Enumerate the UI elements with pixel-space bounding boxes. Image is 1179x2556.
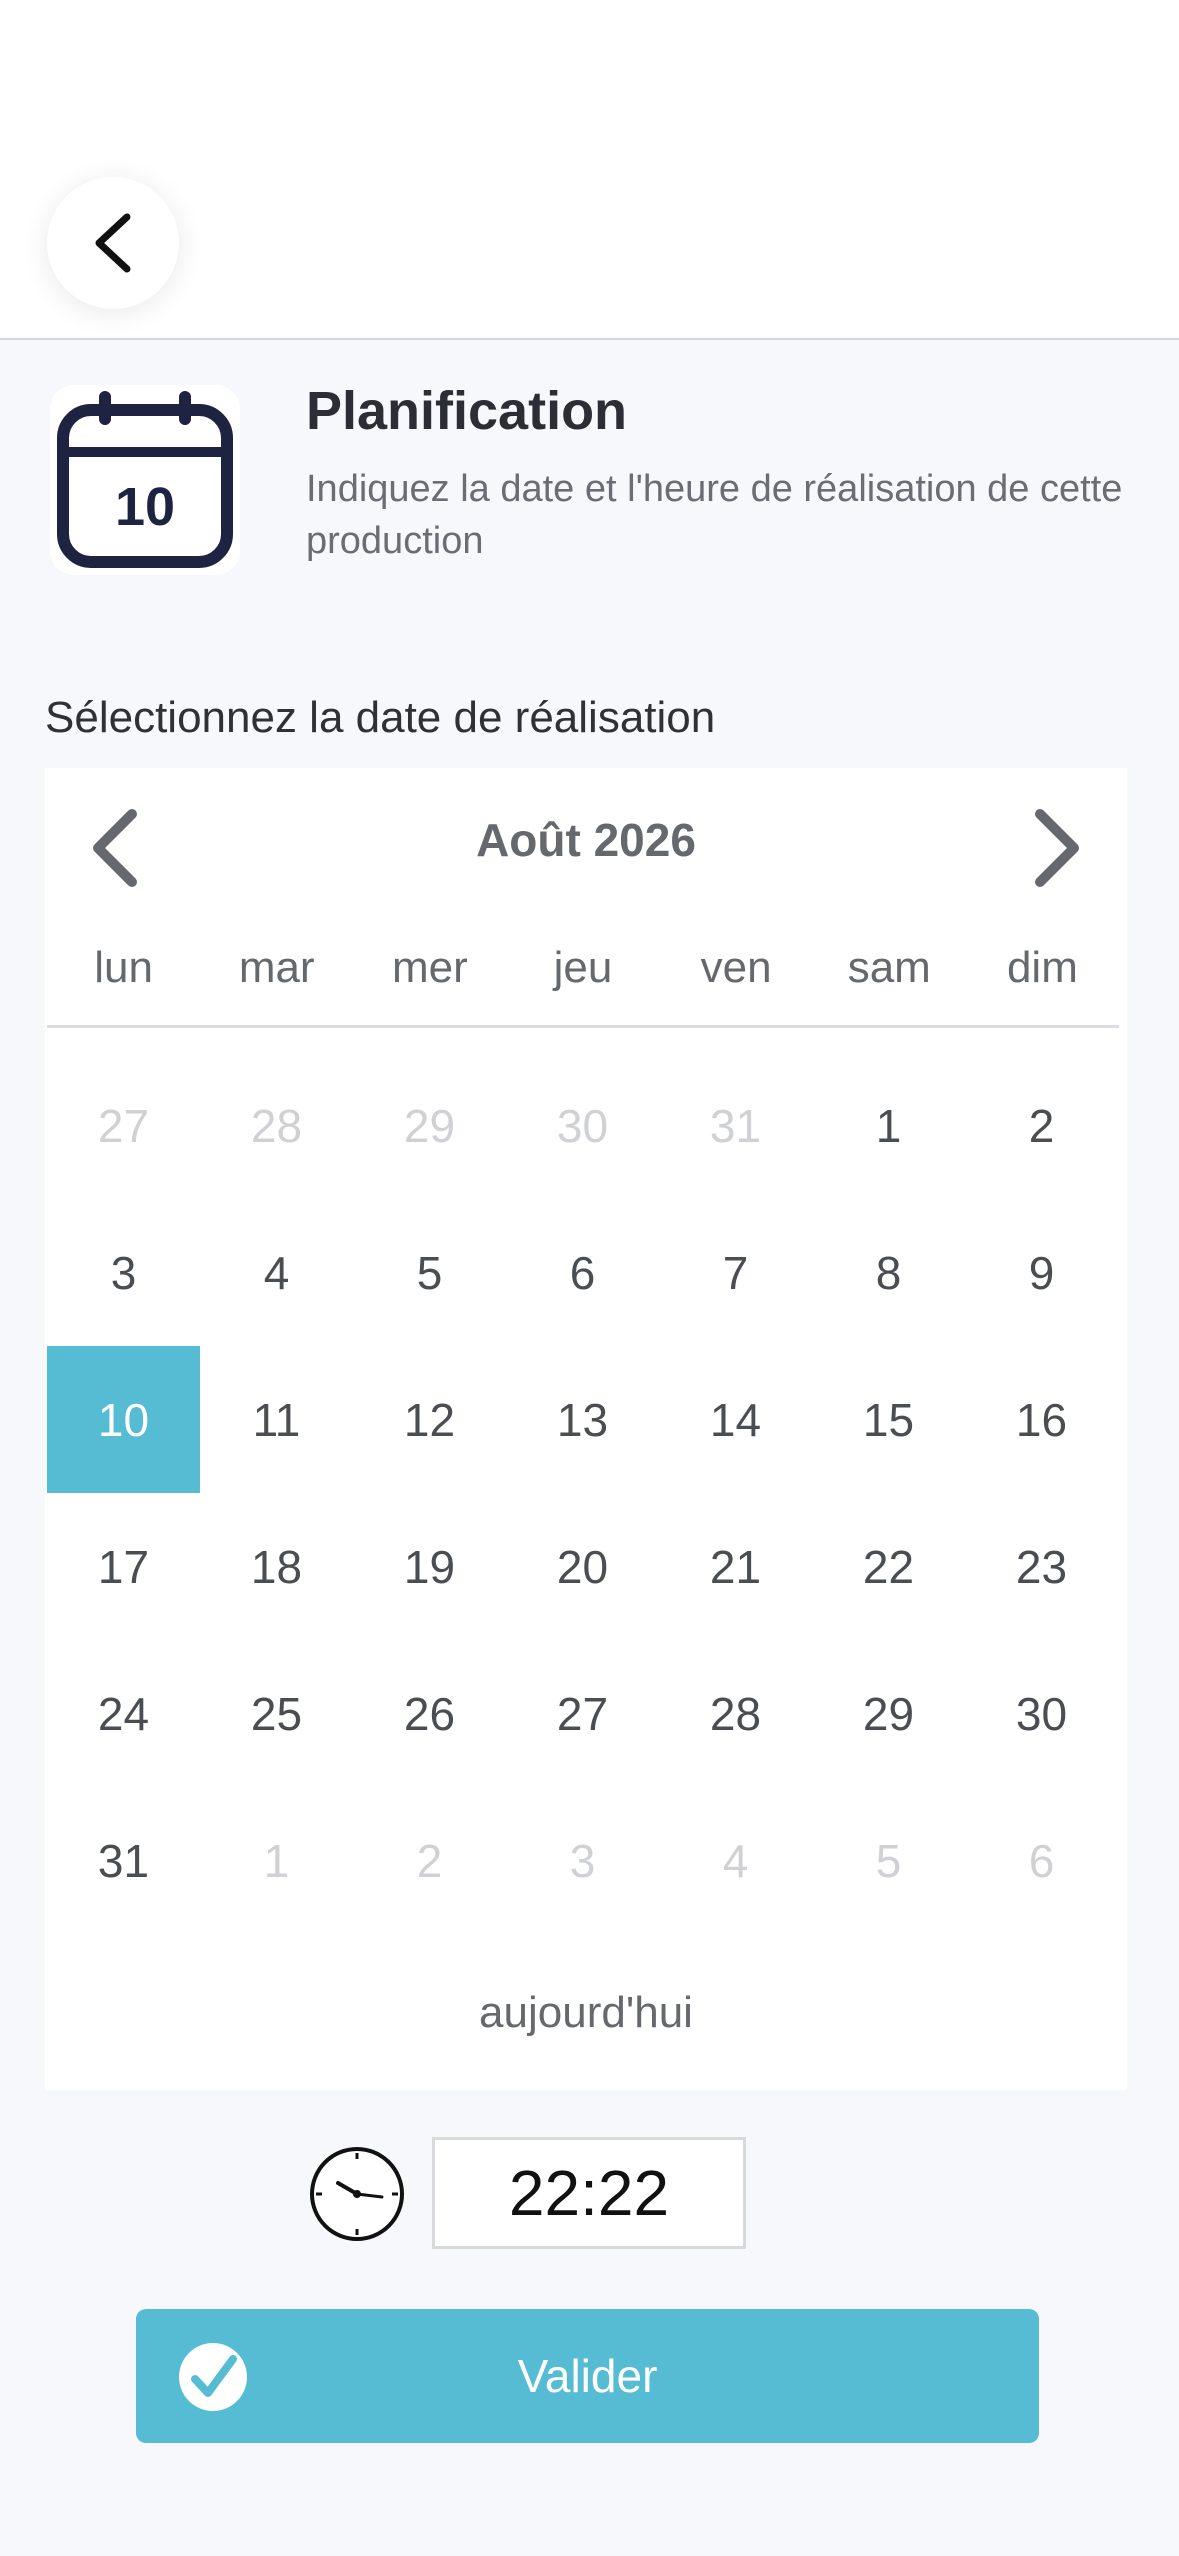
date-picker: Août 2026 lun mar mer jeu ven sam dim 27… xyxy=(45,768,1127,2090)
day-cell[interactable]: 21 xyxy=(659,1493,812,1640)
day-cell[interactable]: 26 xyxy=(353,1640,506,1787)
day-cell[interactable]: 23 xyxy=(965,1493,1118,1640)
day-cell[interactable]: 6 xyxy=(965,1787,1118,1934)
day-cell[interactable]: 4 xyxy=(659,1787,812,1934)
day-cell[interactable]: 8 xyxy=(812,1199,965,1346)
day-cell[interactable]: 20 xyxy=(506,1493,659,1640)
selected-day-cell[interactable]: 10 xyxy=(47,1346,200,1493)
day-cell[interactable]: 15 xyxy=(812,1346,965,1493)
validate-label: Valider xyxy=(517,2350,658,2402)
day-cell[interactable]: 28 xyxy=(659,1640,812,1787)
day-cell[interactable]: 30 xyxy=(965,1640,1118,1787)
back-button[interactable] xyxy=(47,177,179,309)
day-cell[interactable]: 28 xyxy=(200,1052,353,1199)
clock-icon xyxy=(308,2145,406,2243)
top-bar xyxy=(0,0,1179,340)
page-subtitle: Indiquez la date et l'heure de réalisati… xyxy=(306,468,1123,562)
weekday-label: dim xyxy=(1006,943,1078,992)
next-month-button[interactable] xyxy=(1017,798,1097,898)
today-button[interactable]: aujourd'hui xyxy=(45,1988,1127,2038)
page-title: Planification xyxy=(306,381,628,441)
day-cell[interactable]: 29 xyxy=(353,1052,506,1199)
day-cell[interactable]: 14 xyxy=(659,1346,812,1493)
weekday-label: jeu xyxy=(553,943,613,992)
day-cell[interactable]: 18 xyxy=(200,1493,353,1640)
day-cell[interactable]: 22 xyxy=(812,1493,965,1640)
month-label: Août 2026 xyxy=(476,814,696,866)
day-cell[interactable]: 16 xyxy=(965,1346,1118,1493)
day-cell[interactable]: 19 xyxy=(353,1493,506,1640)
day-cell[interactable]: 3 xyxy=(47,1199,200,1346)
day-cell[interactable]: 31 xyxy=(47,1787,200,1934)
chevron-left-icon xyxy=(95,213,131,273)
day-cell[interactable]: 29 xyxy=(812,1640,965,1787)
weekday-label: sam xyxy=(847,943,931,992)
day-cell[interactable]: 4 xyxy=(200,1199,353,1346)
day-cell[interactable]: 2 xyxy=(353,1787,506,1934)
calendar-icon-day: 10 xyxy=(115,477,175,537)
weekday-header: lun mar mer jeu ven sam dim xyxy=(47,908,1119,1028)
date-section-label: Sélectionnez la date de réalisation xyxy=(45,693,716,742)
day-cell[interactable]: 1 xyxy=(812,1052,965,1199)
day-cell[interactable]: 2 xyxy=(965,1052,1118,1199)
chevron-right-icon xyxy=(1035,809,1079,887)
weekday-label: ven xyxy=(700,943,772,992)
day-cell[interactable]: 3 xyxy=(506,1787,659,1934)
calendar-icon: 10 xyxy=(50,385,240,575)
time-input[interactable] xyxy=(432,2137,746,2249)
day-cell[interactable]: 5 xyxy=(353,1199,506,1346)
day-cell[interactable]: 30 xyxy=(506,1052,659,1199)
weekday-label: mer xyxy=(391,943,468,992)
weekday-label: lun xyxy=(94,943,153,992)
day-cell[interactable]: 31 xyxy=(659,1052,812,1199)
day-cell[interactable]: 1 xyxy=(200,1787,353,1934)
day-cell[interactable]: 25 xyxy=(200,1640,353,1787)
day-cell[interactable]: 7 xyxy=(659,1199,812,1346)
day-cell[interactable]: 12 xyxy=(353,1346,506,1493)
day-grid: 27 28 29 30 31 1 2 3 4 5 6 7 8 9 10 11 12 13 14 15 16 17 18 19 2… xyxy=(47,1052,1119,1934)
day-cell[interactable]: 5 xyxy=(812,1787,965,1934)
day-cell[interactable]: 27 xyxy=(47,1052,200,1199)
day-cell[interactable]: 9 xyxy=(965,1199,1118,1346)
day-cell[interactable]: 27 xyxy=(506,1640,659,1787)
validate-button[interactable]: Valider xyxy=(136,2309,1039,2443)
day-cell[interactable]: 11 xyxy=(200,1346,353,1493)
day-cell[interactable]: 13 xyxy=(506,1346,659,1493)
day-cell[interactable]: 6 xyxy=(506,1199,659,1346)
day-cell[interactable]: 17 xyxy=(47,1493,200,1640)
day-cell[interactable]: 24 xyxy=(47,1640,200,1787)
weekday-label: mar xyxy=(238,943,315,992)
